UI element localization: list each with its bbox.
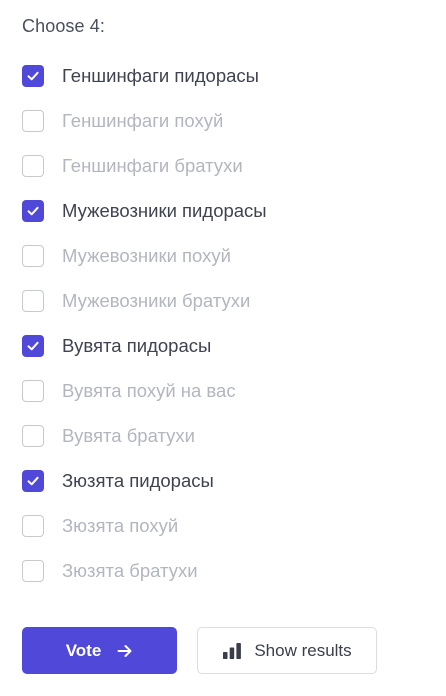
checkbox[interactable] (22, 335, 44, 357)
checkbox[interactable] (22, 290, 44, 312)
checkmark-icon (27, 71, 39, 81)
poll-option-7[interactable]: Вувята похуй на вас (22, 378, 236, 404)
show-results-label: Show results (254, 640, 352, 660)
vote-button-label: Vote (65, 640, 102, 660)
checkbox[interactable] (22, 110, 44, 132)
option-label: Геншинфаги пидорасы (62, 65, 259, 86)
poll-option-4[interactable]: Мужевозники похуй (22, 243, 231, 269)
poll-option-3[interactable]: Мужевозники пидорасы (22, 198, 267, 224)
option-label: Мужевозники похуй (62, 245, 231, 266)
checkbox[interactable] (22, 200, 44, 222)
checkmark-icon (27, 476, 39, 486)
vote-button[interactable]: Vote (22, 627, 177, 674)
poll-option-5[interactable]: Мужевозники братухи (22, 288, 250, 314)
poll-option-11[interactable]: Зюзята братухи (22, 558, 198, 584)
poll-prompt: Choose 4: (22, 16, 105, 36)
option-label: Зюзята пидорасы (62, 470, 214, 491)
poll-option-9[interactable]: Зюзята пидорасы (22, 468, 214, 494)
option-label: Геншинфаги братухи (62, 155, 243, 176)
option-label: Вувята похуй на вас (62, 380, 236, 401)
option-label: Зюзята братухи (62, 560, 198, 581)
option-label: Зюзята похуй (62, 515, 179, 536)
checkbox[interactable] (22, 560, 44, 582)
poll-option-1[interactable]: Геншинфаги похуй (22, 108, 223, 134)
poll-option-6[interactable]: Вувята пидорасы (22, 333, 211, 359)
poll-option-0[interactable]: Геншинфаги пидорасы (22, 63, 259, 89)
checkbox[interactable] (22, 380, 44, 402)
checkbox[interactable] (22, 515, 44, 537)
poll-option-8[interactable]: Вувята братухи (22, 423, 195, 449)
checkmark-icon (27, 206, 39, 216)
bar-chart-icon (222, 642, 242, 660)
poll-option-2[interactable]: Геншинфаги братухи (22, 153, 243, 179)
option-label: Вувята пидорасы (62, 335, 212, 356)
option-label: Мужевозники пидорасы (62, 200, 267, 221)
option-label: Геншинфаги похуй (62, 110, 224, 131)
arrow-right-icon (117, 644, 133, 658)
show-results-button[interactable]: Show results (197, 627, 377, 674)
option-label: Вувята братухи (62, 425, 195, 446)
checkbox[interactable] (22, 425, 44, 447)
option-label: Мужевозники братухи (62, 290, 251, 311)
checkmark-icon (27, 341, 39, 351)
checkbox[interactable] (22, 245, 44, 267)
checkbox[interactable] (22, 470, 44, 492)
poll-option-10[interactable]: Зюзята похуй (22, 513, 178, 539)
checkbox[interactable] (22, 155, 44, 177)
checkbox[interactable] (22, 65, 44, 87)
